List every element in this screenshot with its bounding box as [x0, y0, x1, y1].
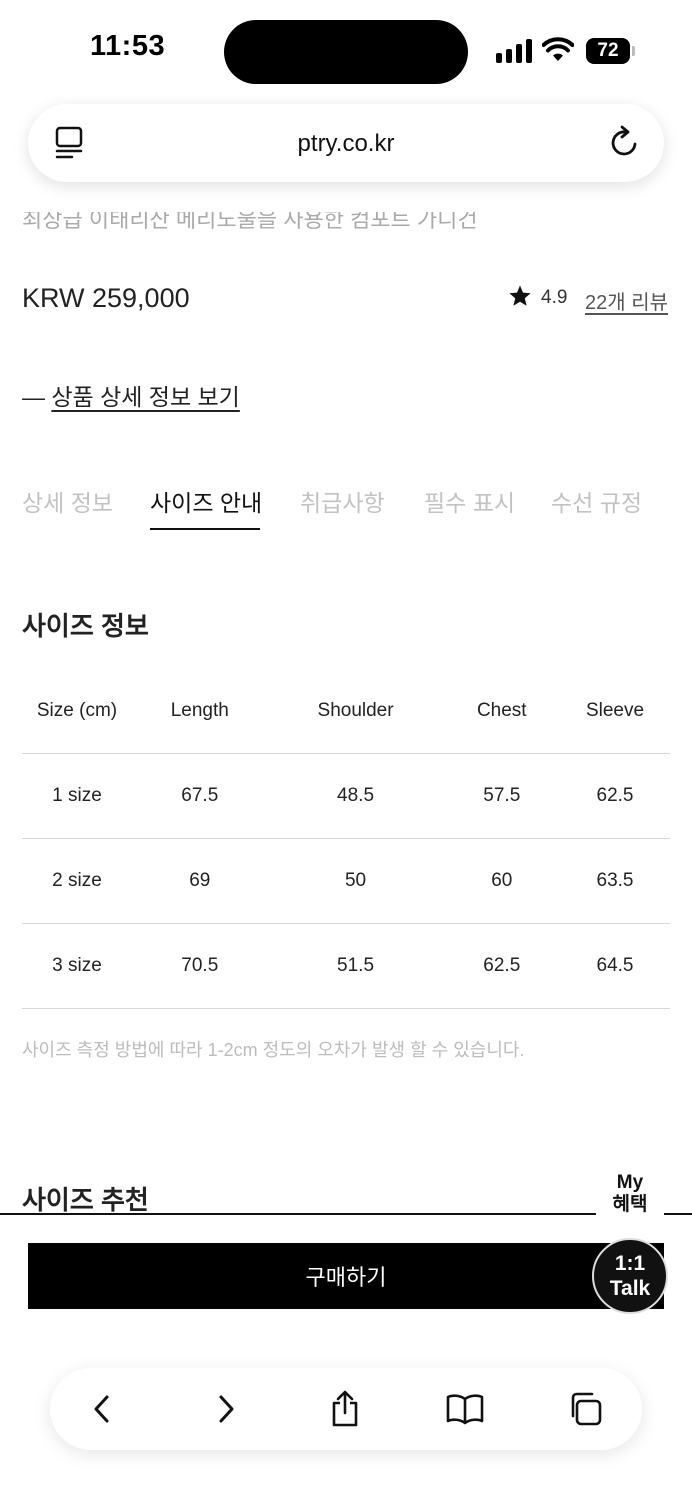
size-recommend-title: 사이즈 추천: [22, 1185, 149, 1215]
table-header-row: Size (cm) Length Shoulder Chest Sleeve: [22, 668, 670, 754]
talk-button[interactable]: 1:1 Talk: [592, 1238, 668, 1314]
rating-value: 4.9: [541, 287, 568, 308]
tabs-icon: [571, 1392, 602, 1426]
table-row: 1 size 67.5 48.5 57.5 62.5: [22, 753, 670, 839]
product-price: KRW 259,000: [22, 283, 190, 313]
table-header: Size (cm): [22, 668, 132, 754]
table-cell: 70.5: [132, 923, 268, 1009]
table-header: Length: [132, 668, 268, 754]
tab-repair-policy[interactable]: 수선 규정: [551, 484, 642, 518]
detail-link-label[interactable]: 상품 상세 정보 보기: [51, 384, 239, 410]
table-cell: 60: [443, 838, 560, 924]
tab-detail-info[interactable]: 상세 정보: [22, 484, 113, 518]
table-header: Shoulder: [267, 668, 444, 754]
talk-line1: 1:1: [614, 1252, 646, 1275]
product-detail-link[interactable]: — 상품 상세 정보 보기: [22, 378, 240, 412]
share-button[interactable]: [325, 1389, 365, 1429]
browser-toolbar: [50, 1368, 642, 1450]
table-cell: 62.5: [560, 753, 670, 839]
table-header: Chest: [443, 668, 560, 754]
bookmarks-button[interactable]: [445, 1389, 485, 1429]
table-row: 2 size 69 50 60 63.5: [22, 838, 670, 924]
size-note: 사이즈 측정 방법에 따라 1-2cm 정도의 오차가 발생 할 수 있습니다.: [22, 1040, 525, 1060]
tabs-button[interactable]: [565, 1389, 605, 1429]
cellular-signal-icon: [496, 39, 532, 63]
table-cell: 62.5: [443, 923, 560, 1009]
forward-icon: [219, 1395, 234, 1423]
table-cell: 57.5: [443, 753, 560, 839]
my-benefit-button[interactable]: My 혜택: [596, 1170, 664, 1218]
table-row: 3 size 70.5 51.5 62.5 64.5: [22, 923, 670, 1009]
wifi-icon: [542, 37, 574, 61]
detail-link-prefix: —: [22, 384, 45, 410]
table-cell: 51.5: [267, 923, 444, 1009]
table-cell: 50: [267, 838, 444, 924]
dynamic-island: [224, 20, 468, 84]
reload-icon[interactable]: [608, 124, 642, 160]
tab-required-info[interactable]: 필수 표시: [424, 484, 515, 518]
share-icon: [332, 1390, 358, 1427]
table-cell: 63.5: [560, 838, 670, 924]
buy-button[interactable]: 구매하기: [28, 1243, 664, 1309]
forward-button[interactable]: [206, 1389, 246, 1429]
back-icon: [94, 1395, 109, 1423]
table-cell: 1 size: [22, 753, 132, 839]
table-cell: 69: [132, 838, 268, 924]
table-cell: 48.5: [267, 753, 444, 839]
my-benefit-line2: 혜택: [612, 1194, 648, 1215]
table-cell: 3 size: [22, 923, 132, 1009]
table-header: Sleeve: [560, 668, 670, 754]
size-table: Size (cm) Length Shoulder Chest Sleeve 1…: [22, 668, 670, 1009]
back-button[interactable]: [82, 1389, 122, 1429]
tab-care[interactable]: 취급사항: [300, 484, 385, 518]
bookmarks-icon: [446, 1394, 484, 1425]
table-cell: 67.5: [132, 753, 268, 839]
address-bar[interactable]: ptry.co.kr: [28, 104, 664, 182]
table-cell: 2 size: [22, 838, 132, 924]
battery-cap: [632, 46, 635, 56]
my-benefit-line1: My: [616, 1172, 644, 1193]
table-cell: 64.5: [560, 923, 670, 1009]
battery-indicator: 72: [586, 38, 630, 64]
size-info-title: 사이즈 정보: [22, 611, 149, 641]
talk-line2: Talk: [609, 1277, 651, 1300]
status-time: 11:53: [90, 30, 166, 62]
star-icon: [509, 285, 531, 306]
tab-size-guide[interactable]: 사이즈 안내: [150, 484, 262, 518]
product-description: 최상급 이태리산 메리노울을 사용한 컴포트 가디건: [22, 207, 478, 232]
reviews-link[interactable]: 22개 리뷰: [585, 286, 668, 315]
url-text[interactable]: ptry.co.kr: [28, 130, 664, 158]
active-tab-indicator: [150, 528, 260, 530]
